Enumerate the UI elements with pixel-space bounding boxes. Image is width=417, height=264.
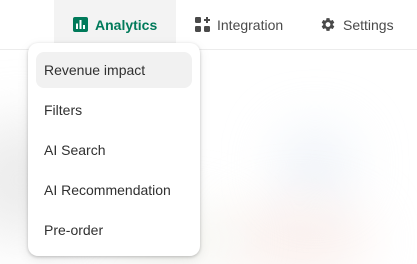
tab-analytics[interactable]: Analytics — [54, 0, 176, 49]
menu-item-label: Filters — [44, 102, 83, 118]
tab-settings[interactable]: Settings — [320, 0, 417, 49]
apps-icon — [194, 17, 210, 33]
tab-integration[interactable]: Integration — [194, 0, 304, 49]
background-blur — [230, 205, 370, 264]
menu-item-ai-recommendation[interactable]: AI Recommendation — [36, 172, 192, 208]
tab-settings-label: Settings — [343, 16, 394, 33]
tab-integration-label: Integration — [217, 16, 284, 33]
menu-item-label: AI Recommendation — [44, 182, 171, 198]
gear-icon — [320, 17, 336, 33]
bar-chart-icon — [72, 17, 88, 33]
menu-item-label: AI Search — [44, 142, 106, 158]
menu-item-pre-order[interactable]: Pre-order — [36, 212, 192, 248]
page: Analytics Integration Settings Revenue i… — [0, 0, 417, 264]
menu-item-label: Revenue impact — [44, 62, 146, 78]
analytics-dropdown-menu: Revenue impact Filters AI Search AI Reco… — [28, 43, 200, 256]
background-blur — [280, 130, 350, 200]
menu-item-revenue-impact[interactable]: Revenue impact — [36, 52, 192, 88]
menu-item-label: Pre-order — [44, 222, 104, 238]
menu-item-filters[interactable]: Filters — [36, 92, 192, 128]
menu-item-ai-search[interactable]: AI Search — [36, 132, 192, 168]
tab-analytics-label: Analytics — [95, 16, 158, 33]
